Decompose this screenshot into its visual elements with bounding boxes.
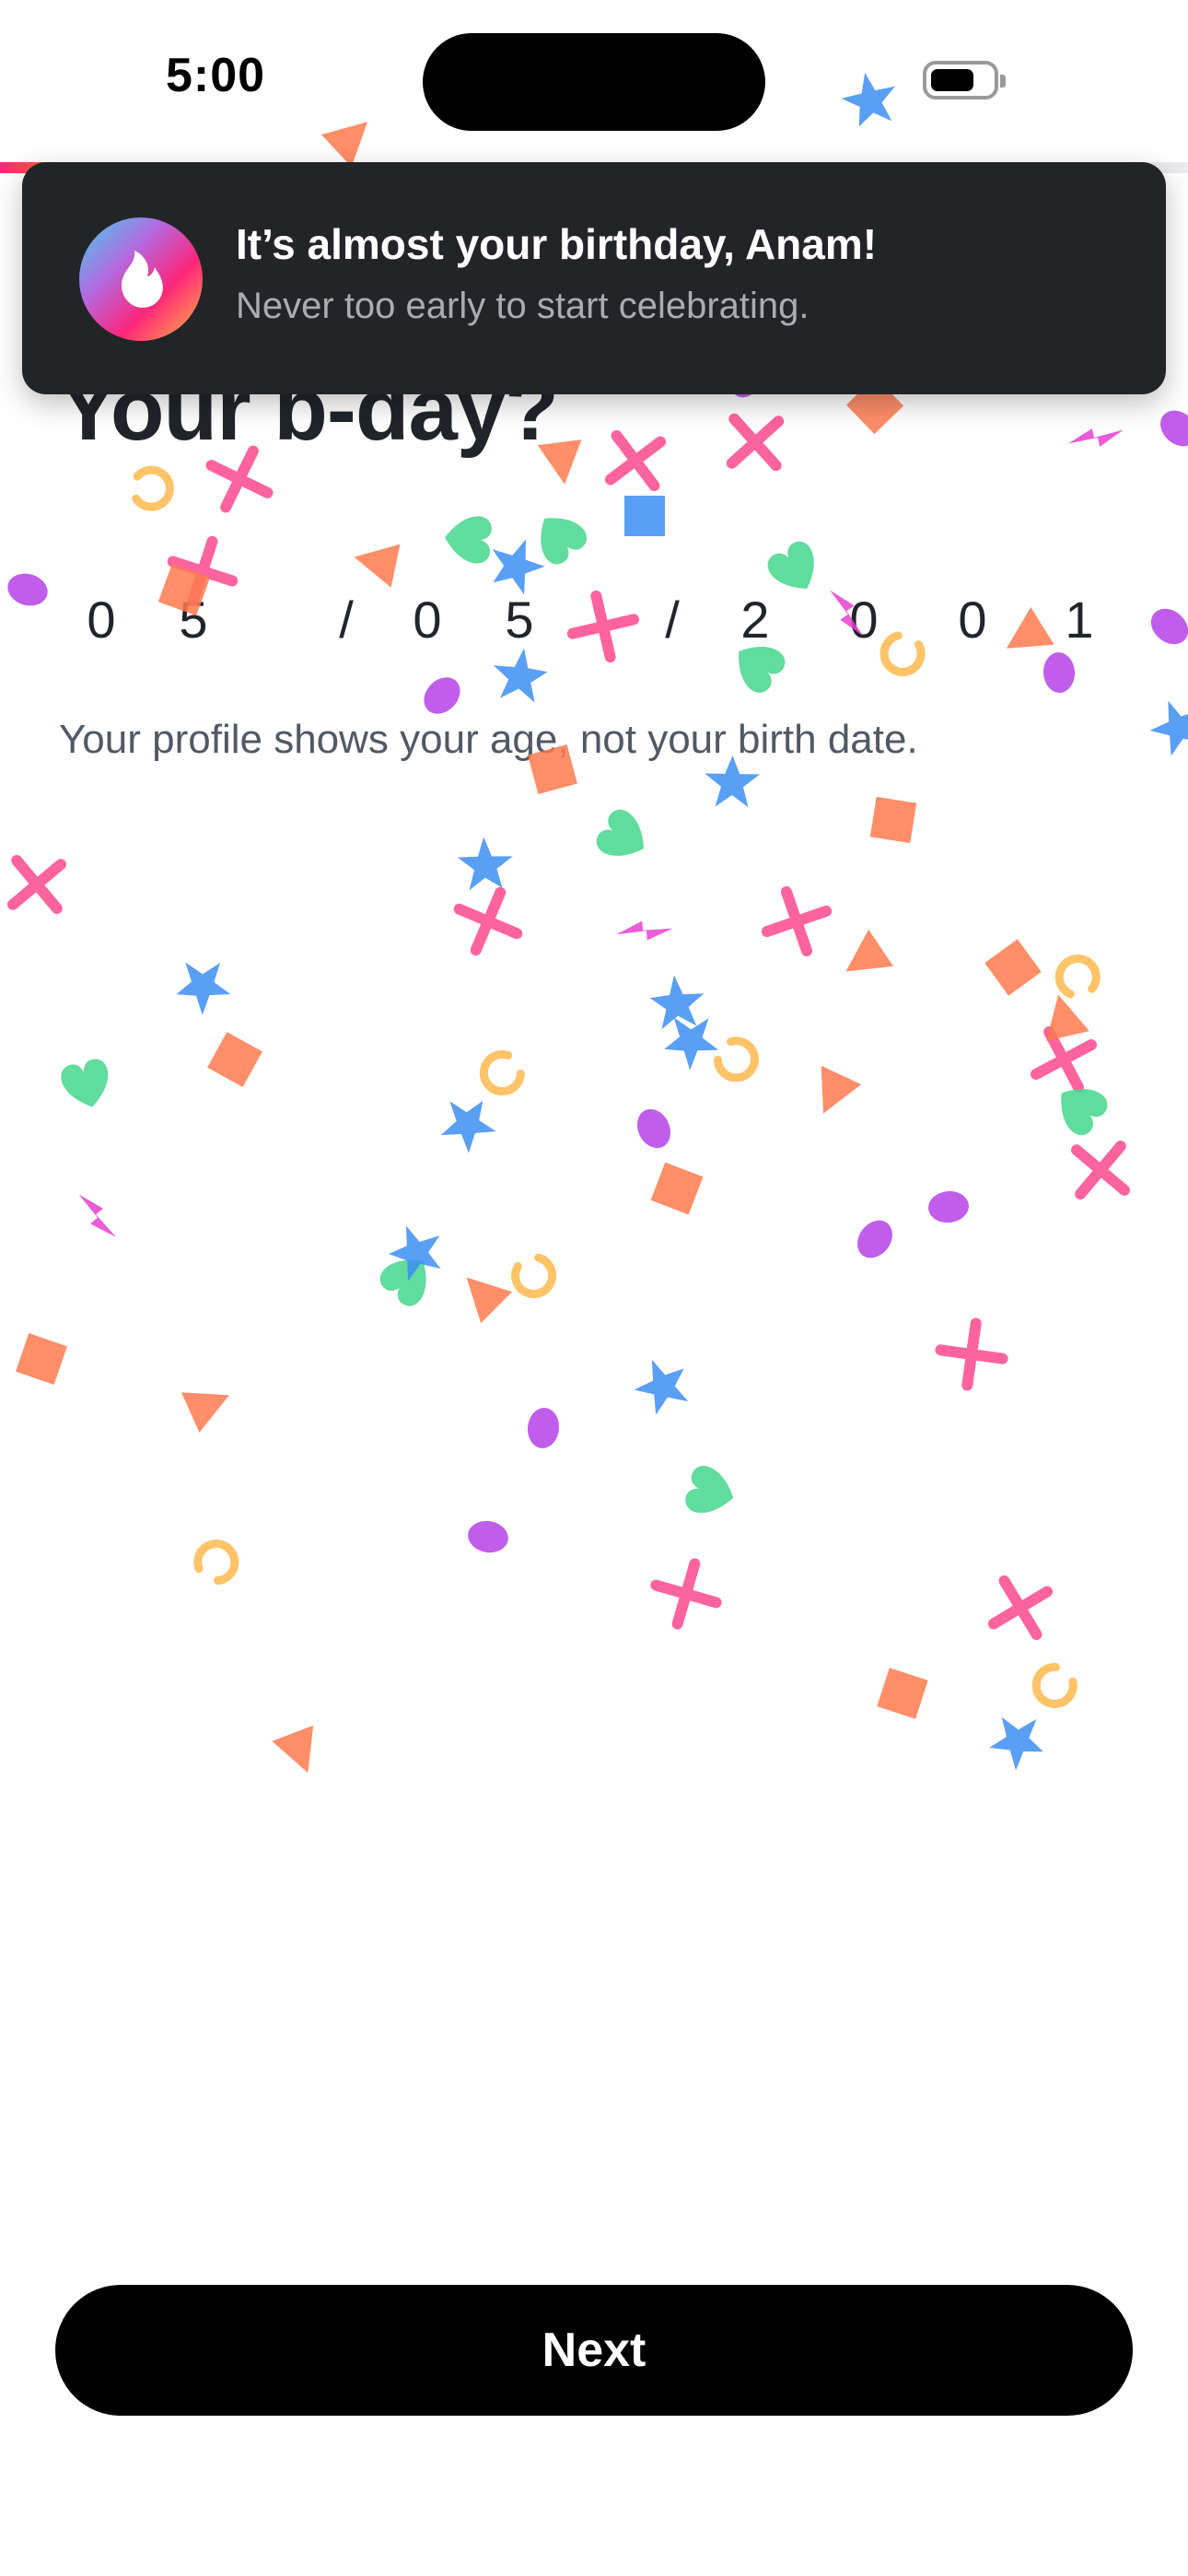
confetti-piece	[928, 1190, 969, 1224]
confetti-piece	[181, 1392, 229, 1434]
confetti-piece	[869, 796, 917, 844]
confetti-piece	[649, 975, 705, 1029]
confetti-piece	[193, 1540, 239, 1586]
confetti-piece	[466, 1277, 513, 1324]
confetti-piece	[468, 1520, 508, 1553]
date-digit: 0	[958, 591, 987, 649]
confetti-piece	[616, 920, 673, 941]
tinder-flame-icon	[79, 217, 203, 341]
confetti-piece	[1031, 1026, 1097, 1093]
notification-body: Never too early to start celebrating.	[236, 286, 809, 326]
confetti-piece	[379, 1259, 426, 1306]
confetti-piece	[845, 929, 894, 972]
confetti-piece	[424, 677, 460, 714]
confetti-piece	[132, 465, 174, 511]
confetti-piece	[272, 1725, 314, 1774]
confetti-piece	[453, 886, 523, 956]
confetti-piece	[604, 429, 667, 492]
confetti-piece	[445, 516, 492, 564]
date-separator: /	[339, 591, 354, 649]
confetti-piece	[457, 837, 513, 891]
confetti-piece	[1046, 994, 1089, 1041]
date-digit: 0	[413, 591, 442, 649]
birthdate-input[interactable]: 0 5 / 0 5 / 2 0 0 1	[59, 590, 1136, 673]
confetti-piece	[636, 1108, 671, 1149]
confetti-piece	[650, 1162, 704, 1215]
confetti-piece	[176, 962, 231, 1015]
confetti-piece	[1160, 410, 1188, 447]
notification-title: It’s almost your birthday, Anam!	[236, 220, 878, 268]
confetti-piece	[16, 1333, 67, 1385]
battery-icon	[923, 61, 1006, 100]
confetti-piece	[1070, 1140, 1131, 1200]
confetti-piece	[705, 755, 761, 808]
confetti-piece	[726, 413, 785, 472]
confetti-piece	[841, 72, 896, 127]
confetti-piece	[877, 1668, 928, 1719]
dynamic-island	[423, 33, 765, 131]
date-digit: 0	[849, 591, 879, 649]
confetti-piece	[78, 1194, 117, 1237]
confetti-piece	[1054, 954, 1101, 999]
confetti-piece	[1031, 1662, 1077, 1708]
confetti-piece	[6, 854, 67, 915]
next-button[interactable]: Next	[55, 2285, 1133, 2416]
confetti-piece	[624, 496, 665, 536]
confetti-piece	[989, 1716, 1043, 1771]
confetti-piece	[857, 1220, 892, 1259]
confetti-piece	[389, 1225, 441, 1282]
confetti-piece	[511, 1253, 557, 1298]
confetti-piece	[821, 1065, 862, 1114]
confetti-piece	[1061, 1089, 1108, 1135]
confetti-piece	[440, 1100, 496, 1153]
date-separator: /	[665, 591, 680, 649]
confetti-piece	[685, 1466, 734, 1513]
confetti-piece	[354, 544, 401, 588]
status-time: 5:00	[166, 49, 266, 102]
confetti-piece	[664, 1017, 719, 1071]
confetti-piece	[984, 939, 1042, 996]
confetti-piece	[1150, 608, 1188, 645]
confetti-piece	[207, 1032, 262, 1087]
date-digit: 0	[87, 591, 116, 649]
date-digit: 1	[1065, 591, 1094, 649]
date-digit: 5	[505, 591, 534, 649]
confetti-piece	[987, 1575, 1054, 1641]
confetti-piece	[61, 1059, 109, 1107]
confetti-piece	[321, 122, 368, 168]
confetti-piece	[1068, 428, 1124, 447]
confetti-piece	[7, 573, 48, 606]
confetti-piece	[713, 1036, 759, 1083]
confetti-piece	[650, 1558, 722, 1630]
confetti-piece	[1149, 700, 1188, 756]
confetti-piece	[596, 809, 645, 856]
birthday-notification[interactable]: It’s almost your birthday, Anam! Never t…	[22, 162, 1166, 394]
confetti-piece	[479, 1050, 525, 1095]
confetti-piece	[935, 1317, 1008, 1391]
confetti-piece	[634, 1359, 689, 1415]
helper-text: Your profile shows your age, not your bi…	[59, 717, 918, 762]
date-digit: 5	[179, 591, 208, 649]
date-digit: 2	[740, 591, 770, 649]
confetti-piece	[527, 1408, 560, 1448]
confetti-piece	[541, 518, 587, 565]
confetti-piece	[761, 885, 833, 957]
